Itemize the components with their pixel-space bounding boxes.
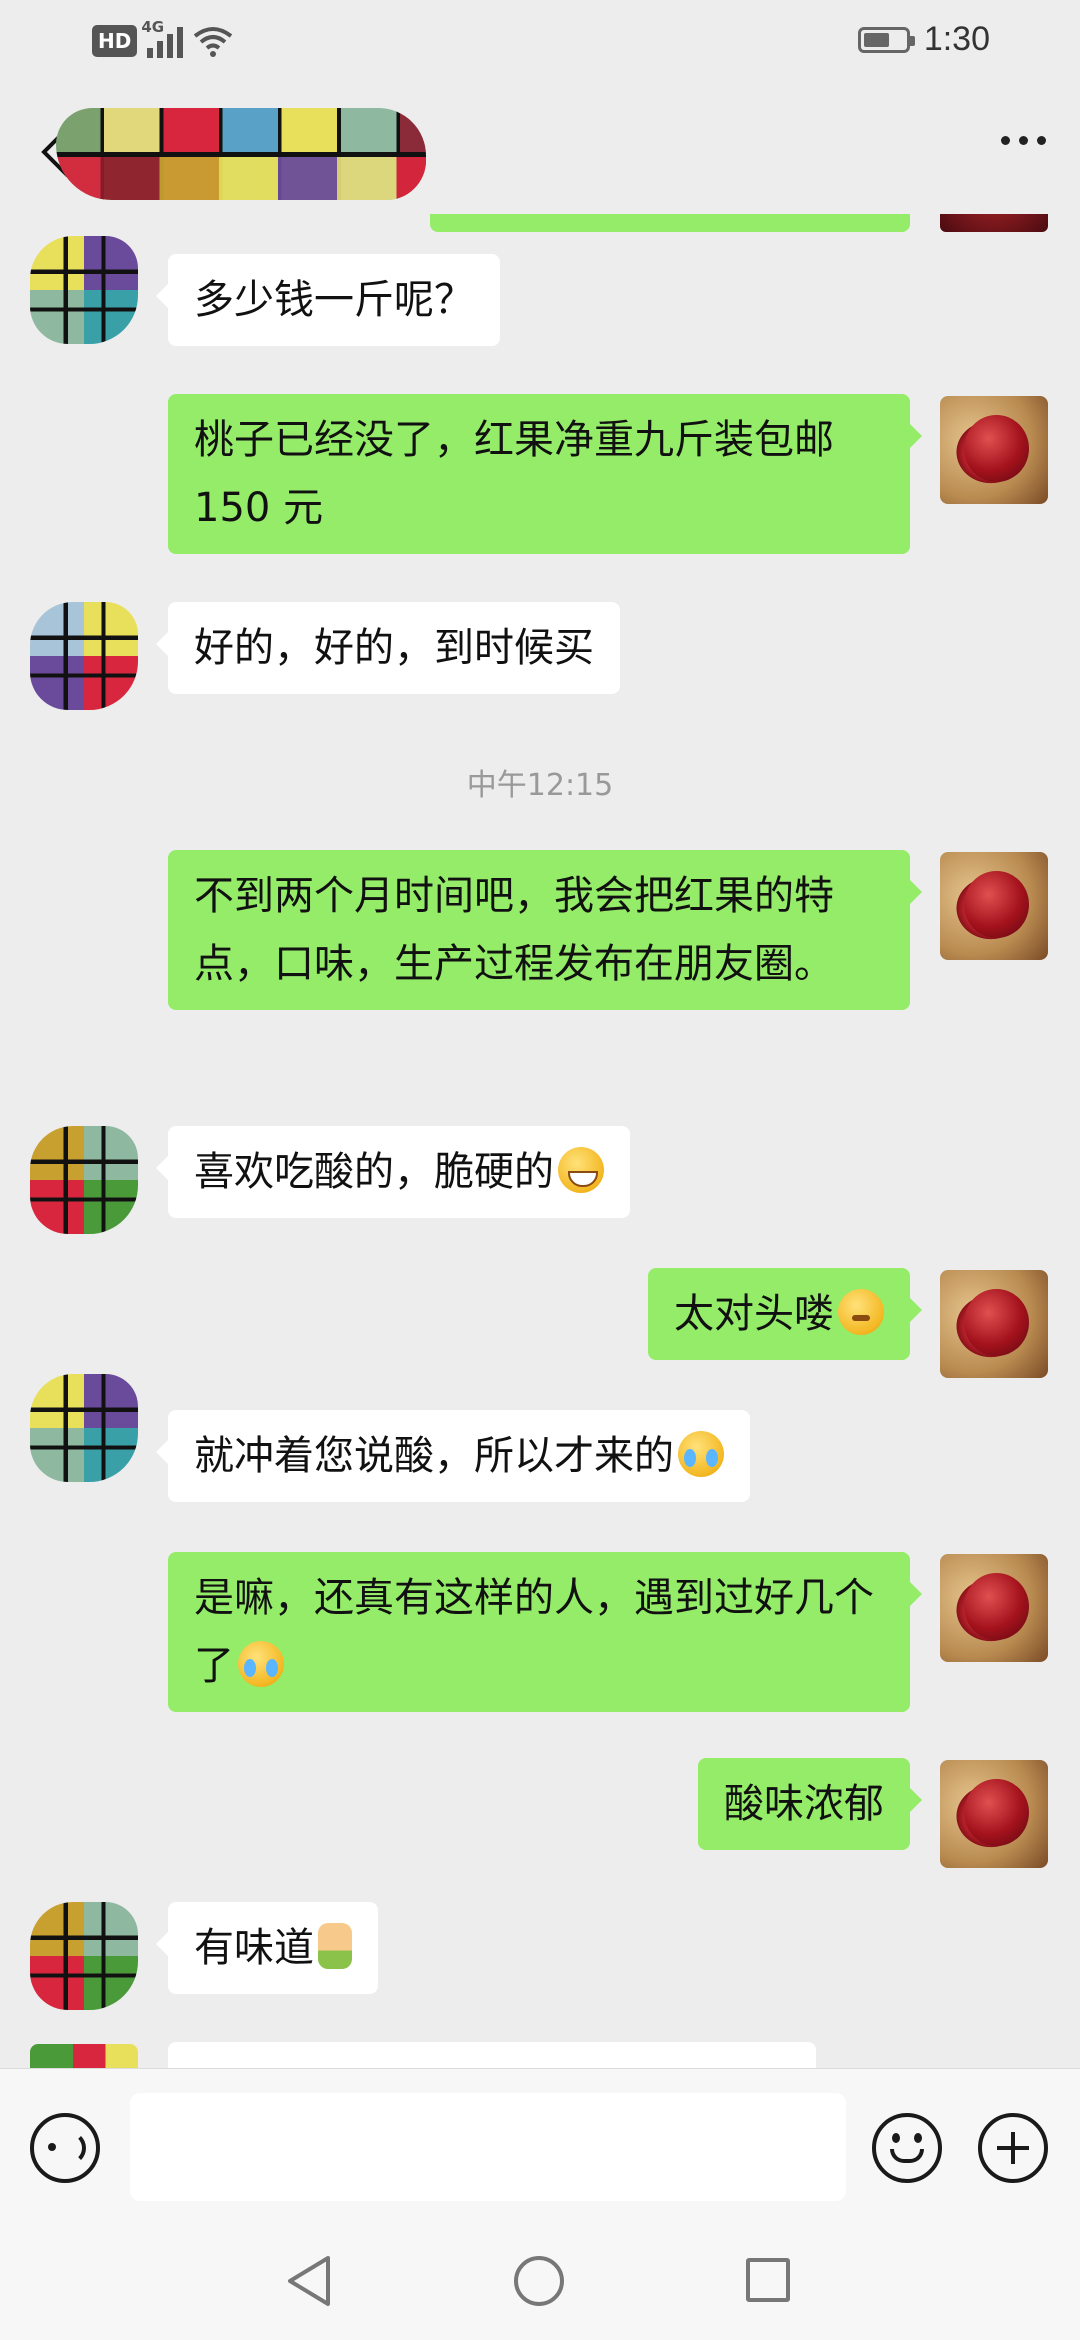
home-circle-icon[interactable] bbox=[514, 2256, 564, 2306]
message-text: 喜欢吃酸的，脆硬的 bbox=[194, 1149, 554, 1195]
timestamp: 中午12:15 bbox=[466, 768, 614, 803]
network-gen-label: 4G bbox=[141, 18, 165, 36]
incoming-message[interactable]: 有味道 bbox=[156, 1902, 378, 1994]
message-text: 太对头喽 bbox=[674, 1291, 834, 1337]
contact-avatar[interactable] bbox=[30, 1374, 138, 1482]
laughing-tears-face-icon bbox=[678, 1431, 724, 1477]
recents-square-icon[interactable] bbox=[746, 2258, 790, 2302]
incoming-message[interactable]: 就冲着您说酸，所以才来的 bbox=[156, 1410, 750, 1502]
incoming-message[interactable]: 多少钱一斤呢？ bbox=[156, 254, 500, 346]
input-bar bbox=[0, 2068, 1080, 2221]
contact-avatar-partial bbox=[30, 2044, 138, 2068]
contact-avatar[interactable] bbox=[30, 602, 138, 710]
more-horizontal-icon[interactable] bbox=[1001, 136, 1046, 145]
message-text: 酸味浓郁 bbox=[724, 1781, 884, 1827]
thumbs-up-icon bbox=[318, 1923, 352, 1969]
contact-avatar[interactable] bbox=[30, 236, 138, 344]
message-text: 桃子已经没了，红果净重九斤装包邮 150 元 bbox=[194, 417, 834, 531]
my-avatar[interactable] bbox=[940, 1554, 1048, 1662]
hd-icon: HD bbox=[92, 25, 138, 57]
my-avatar[interactable] bbox=[940, 852, 1048, 960]
grinning-face-icon bbox=[558, 1147, 604, 1193]
message-bubble-partial bbox=[430, 214, 910, 232]
incoming-message[interactable]: 喜欢吃酸的，脆硬的 bbox=[156, 1126, 630, 1218]
message-text: 多少钱一斤呢？ bbox=[194, 277, 474, 323]
laughing-tears-face-icon bbox=[238, 1641, 284, 1687]
message-text: 好的，好的，到时候买 bbox=[194, 625, 594, 671]
message-input[interactable] bbox=[130, 2093, 846, 2201]
my-avatar[interactable] bbox=[940, 1760, 1048, 1868]
battery-icon bbox=[857, 26, 915, 53]
incoming-message[interactable]: 好的，好的，到时候买 bbox=[156, 602, 620, 694]
my-avatar[interactable] bbox=[940, 396, 1048, 504]
contact-avatar[interactable] bbox=[30, 1902, 138, 2010]
message-text: 有味道 bbox=[194, 1925, 314, 1971]
back-triangle-icon[interactable] bbox=[284, 2254, 334, 2308]
status-time: 1:30 bbox=[923, 20, 990, 58]
my-avatar[interactable] bbox=[940, 1270, 1048, 1378]
status-right: 1:30 bbox=[857, 20, 990, 59]
plus-icon[interactable] bbox=[978, 2113, 1048, 2183]
message-text: 是嘛，还真有这样的人，遇到过好几个了 bbox=[194, 1575, 874, 1689]
my-avatar-partial bbox=[940, 214, 1048, 232]
chat-area[interactable]: 多少钱一斤呢？ 桃子已经没了，红果净重九斤装包邮 150 元 好的，好的，到时候… bbox=[0, 214, 1080, 2068]
wifi-icon bbox=[194, 27, 233, 57]
system-nav-bar bbox=[0, 2220, 1080, 2340]
chat-header bbox=[0, 84, 1080, 214]
message-text: 就冲着您说酸，所以才来的 bbox=[194, 1433, 674, 1479]
contact-name-redacted bbox=[56, 108, 426, 200]
status-bar: HD 4G 1:30 bbox=[0, 0, 1080, 84]
voice-icon[interactable] bbox=[30, 2113, 100, 2183]
outgoing-message[interactable]: 酸味浓郁 bbox=[698, 1758, 922, 1850]
status-left: HD 4G bbox=[92, 18, 233, 58]
incoming-message-partial bbox=[168, 2042, 816, 2068]
thinking-face-icon bbox=[838, 1289, 884, 1335]
emoji-icon[interactable] bbox=[872, 2113, 942, 2183]
contact-avatar[interactable] bbox=[30, 1126, 138, 1234]
outgoing-message[interactable]: 是嘛，还真有这样的人，遇到过好几个了 bbox=[168, 1552, 922, 1712]
signal-icon: 4G bbox=[141, 18, 184, 58]
outgoing-message[interactable]: 太对头喽 bbox=[648, 1268, 922, 1360]
outgoing-message[interactable]: 不到两个月时间吧，我会把红果的特点，口味，生产过程发布在朋友圈。 bbox=[168, 850, 922, 1010]
message-text: 不到两个月时间吧，我会把红果的特点，口味，生产过程发布在朋友圈。 bbox=[194, 873, 834, 987]
outgoing-message[interactable]: 桃子已经没了，红果净重九斤装包邮 150 元 bbox=[168, 394, 922, 554]
